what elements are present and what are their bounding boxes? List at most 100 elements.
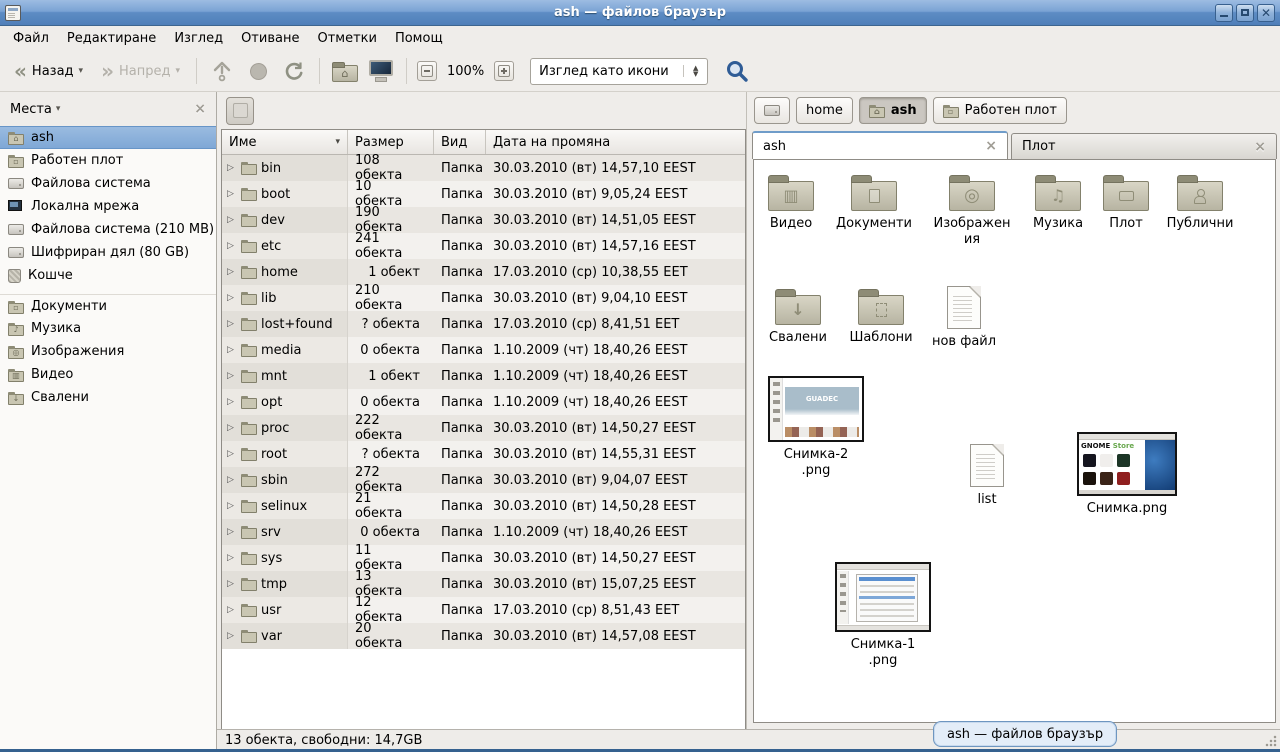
file-icon-Публични[interactable]: Публични: [1155, 174, 1245, 232]
search-button[interactable]: [722, 57, 752, 85]
table-row-sys[interactable]: ▷sys11 обектаПапка30.03.2010 (вт) 14,50,…: [222, 545, 745, 571]
table-row-proc[interactable]: ▷proc222 обектаПапка30.03.2010 (вт) 14,5…: [222, 415, 745, 441]
expander-icon[interactable]: ▷: [227, 293, 237, 303]
back-history-dropdown[interactable]: ▾: [79, 66, 84, 76]
expander-icon[interactable]: ▷: [227, 475, 237, 485]
expander-icon[interactable]: ▷: [227, 371, 237, 381]
table-row-bin[interactable]: ▷bin108 обектаПапка30.03.2010 (вт) 14,57…: [222, 155, 745, 181]
expander-icon[interactable]: ▷: [227, 553, 237, 563]
stop-button[interactable]: [243, 57, 273, 85]
file-icon-list[interactable]: list: [945, 444, 1029, 508]
menu-Редактиране[interactable]: Редактиране: [58, 28, 165, 49]
sidebar-item-Видео[interactable]: ▥Видео: [0, 363, 216, 386]
maximize-button[interactable]: [1236, 4, 1254, 22]
file-icon-Снимка-2.png[interactable]: GUADECСнимка-2.png: [766, 376, 866, 479]
sidebar-title[interactable]: Места: [10, 102, 52, 117]
breadcrumb-Работен плот[interactable]: ▫Работен плот: [933, 97, 1067, 124]
table-row-root[interactable]: ▷root? обектаПапка30.03.2010 (вт) 14,55,…: [222, 441, 745, 467]
table-row-mnt[interactable]: ▷mnt1 обектПапка1.10.2009 (чт) 18,40,26 …: [222, 363, 745, 389]
file-icon-Снимка-1.png[interactable]: Снимка-1.png: [833, 562, 933, 669]
table-row-lost+found[interactable]: ▷lost+found? обектаПапка17.03.2010 (ср) …: [222, 311, 745, 337]
column-header-Име[interactable]: Име▾: [222, 130, 348, 154]
column-header-Размер[interactable]: Размер: [348, 130, 434, 154]
close-button[interactable]: ✕: [1257, 4, 1275, 22]
breadcrumb-root[interactable]: [754, 97, 790, 124]
file-icon-Видео[interactable]: Видео: [753, 174, 833, 232]
table-row-dev[interactable]: ▷dev190 обектаПапка30.03.2010 (вт) 14,51…: [222, 207, 745, 233]
expander-icon[interactable]: ▷: [227, 189, 237, 199]
sidebar-item-Шифриран дял (80 GB)[interactable]: Шифриран дял (80 GB): [0, 241, 216, 264]
zoom-in-button[interactable]: [494, 61, 514, 81]
expander-icon[interactable]: ▷: [227, 397, 237, 407]
file-icon-Шаблони[interactable]: Шаблони: [839, 288, 923, 346]
sidebar-close-button[interactable]: ×: [194, 102, 206, 116]
expander-icon[interactable]: ▷: [227, 527, 237, 537]
menu-Файл[interactable]: Файл: [4, 28, 58, 49]
sidebar-item-Работен плот[interactable]: ▫Работен плот: [0, 149, 216, 172]
table-row-home[interactable]: ▷home1 обектПапка17.03.2010 (ср) 10,38,5…: [222, 259, 745, 285]
sidebar-item-Изображения[interactable]: ◎Изображения: [0, 340, 216, 363]
titlebar[interactable]: ash — файлов браузър ✕: [0, 0, 1280, 26]
window-list-button[interactable]: ash — файлов браузър: [933, 721, 1117, 747]
tab-close-icon[interactable]: ×: [1254, 140, 1266, 154]
table-row-usr[interactable]: ▷usr12 обектаПапка17.03.2010 (ср) 8,51,4…: [222, 597, 745, 623]
back-button[interactable]: « Назад ▾: [8, 60, 89, 83]
expander-icon[interactable]: ▷: [227, 501, 237, 511]
column-header-Вид[interactable]: Вид: [434, 130, 486, 154]
expander-icon[interactable]: ▷: [227, 241, 237, 251]
tab-close-icon[interactable]: ×: [985, 139, 997, 153]
forward-button[interactable]: » Напред ▾: [95, 60, 186, 83]
sidebar-item-ash[interactable]: ⌂ash: [0, 126, 216, 149]
column-header-Дата на промяна[interactable]: Дата на промяна: [486, 130, 745, 154]
resize-grip[interactable]: [1265, 735, 1277, 747]
menu-Помощ[interactable]: Помощ: [386, 28, 452, 49]
expander-icon[interactable]: ▷: [227, 319, 237, 329]
zoom-out-button[interactable]: [417, 61, 437, 81]
expander-icon[interactable]: ▷: [227, 605, 237, 615]
view-mode-select[interactable]: Изглед като икони ▲▼: [530, 58, 708, 85]
file-icon-Свалени[interactable]: Свалени: [756, 288, 840, 346]
table-row-selinux[interactable]: ▷selinux21 обектаПапка30.03.2010 (вт) 14…: [222, 493, 745, 519]
table-row-opt[interactable]: ▷opt0 обектаПапка1.10.2009 (чт) 18,40,26…: [222, 389, 745, 415]
table-row-tmp[interactable]: ▷tmp13 обектаПапка30.03.2010 (вт) 15,07,…: [222, 571, 745, 597]
file-icon-Изображения[interactable]: Изображения: [932, 174, 1012, 248]
sidebar-item-Файлова система (210 MB)[interactable]: Файлова система (210 MB): [0, 218, 216, 241]
file-icon-Документи[interactable]: Документи: [832, 174, 916, 232]
sidebar-item-Кошче[interactable]: Кошче: [0, 264, 216, 287]
sidebar-item-Документи[interactable]: ▫Документи: [0, 294, 216, 317]
table-row-etc[interactable]: ▷etc241 обектаПапка30.03.2010 (вт) 14,57…: [222, 233, 745, 259]
table-row-boot[interactable]: ▷boot10 обектаПапка30.03.2010 (вт) 9,05,…: [222, 181, 745, 207]
tab-ash[interactable]: ash×: [752, 131, 1008, 159]
reload-button[interactable]: [279, 57, 309, 85]
expander-icon[interactable]: ▷: [227, 345, 237, 355]
table-row-lib[interactable]: ▷lib210 обектаПапка30.03.2010 (вт) 9,04,…: [222, 285, 745, 311]
sidebar-item-Музика[interactable]: ♪Музика: [0, 317, 216, 340]
expander-icon[interactable]: ▷: [227, 449, 237, 459]
sidebar-item-Локална мрежа[interactable]: Локална мрежа: [0, 195, 216, 218]
up-button[interactable]: [207, 57, 237, 85]
expander-icon[interactable]: ▷: [227, 163, 237, 173]
menu-Изглед[interactable]: Изглед: [165, 28, 232, 49]
expander-icon[interactable]: ▷: [227, 215, 237, 225]
menu-Отиване[interactable]: Отиване: [232, 28, 308, 49]
table-row-sbin[interactable]: ▷sbin272 обектаПапка30.03.2010 (вт) 9,04…: [222, 467, 745, 493]
breadcrumb-ash[interactable]: ⌂ash: [859, 97, 927, 124]
computer-button[interactable]: [366, 57, 396, 85]
expander-icon[interactable]: ▷: [227, 267, 237, 277]
tab-Плот[interactable]: Плот×: [1011, 133, 1277, 159]
sidebar-item-Файлова система[interactable]: Файлова система: [0, 172, 216, 195]
breadcrumb-home[interactable]: home: [796, 97, 853, 124]
root-location-button[interactable]: [226, 97, 254, 125]
table-row-srv[interactable]: ▷srv0 обектаПапка1.10.2009 (чт) 18,40,26…: [222, 519, 745, 545]
table-row-media[interactable]: ▷media0 обектаПапка1.10.2009 (чт) 18,40,…: [222, 337, 745, 363]
file-icon-Снимка.png[interactable]: GNOME StoreСнимка.png: [1067, 432, 1187, 517]
table-row-var[interactable]: ▷var20 обектаПапка30.03.2010 (вт) 14,57,…: [222, 623, 745, 649]
sidebar-title-dropdown-icon[interactable]: ▾: [56, 104, 61, 114]
minimize-button[interactable]: [1215, 4, 1233, 22]
expander-icon[interactable]: ▷: [227, 423, 237, 433]
sidebar-item-Свалени[interactable]: ↓Свалени: [0, 386, 216, 409]
expander-icon[interactable]: ▷: [227, 631, 237, 641]
menu-Отметки[interactable]: Отметки: [308, 28, 385, 49]
home-button[interactable]: ⌂: [330, 57, 360, 85]
expander-icon[interactable]: ▷: [227, 579, 237, 589]
